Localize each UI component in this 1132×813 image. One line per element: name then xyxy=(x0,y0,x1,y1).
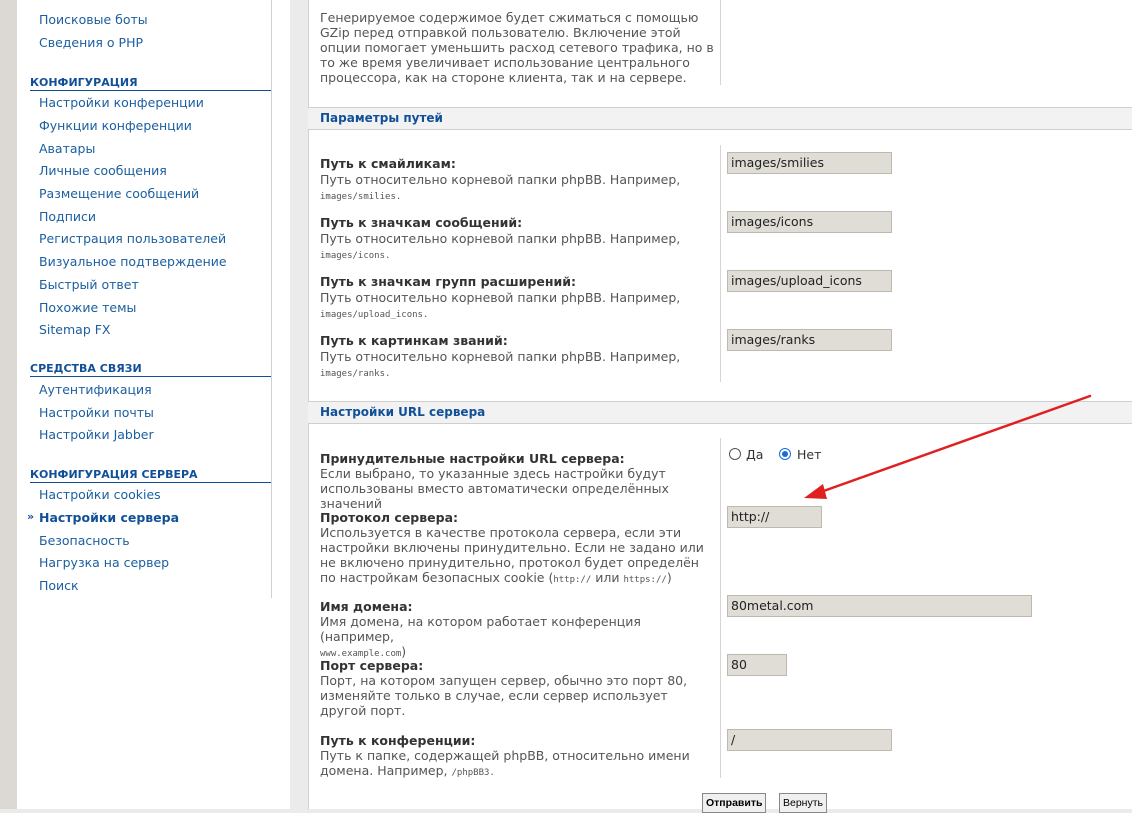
admin-control-panel: Поисковые боты Сведения о PHP КОНФИГУРАЦ… xyxy=(0,0,1132,813)
annotation-arrow-icon xyxy=(804,394,1092,499)
